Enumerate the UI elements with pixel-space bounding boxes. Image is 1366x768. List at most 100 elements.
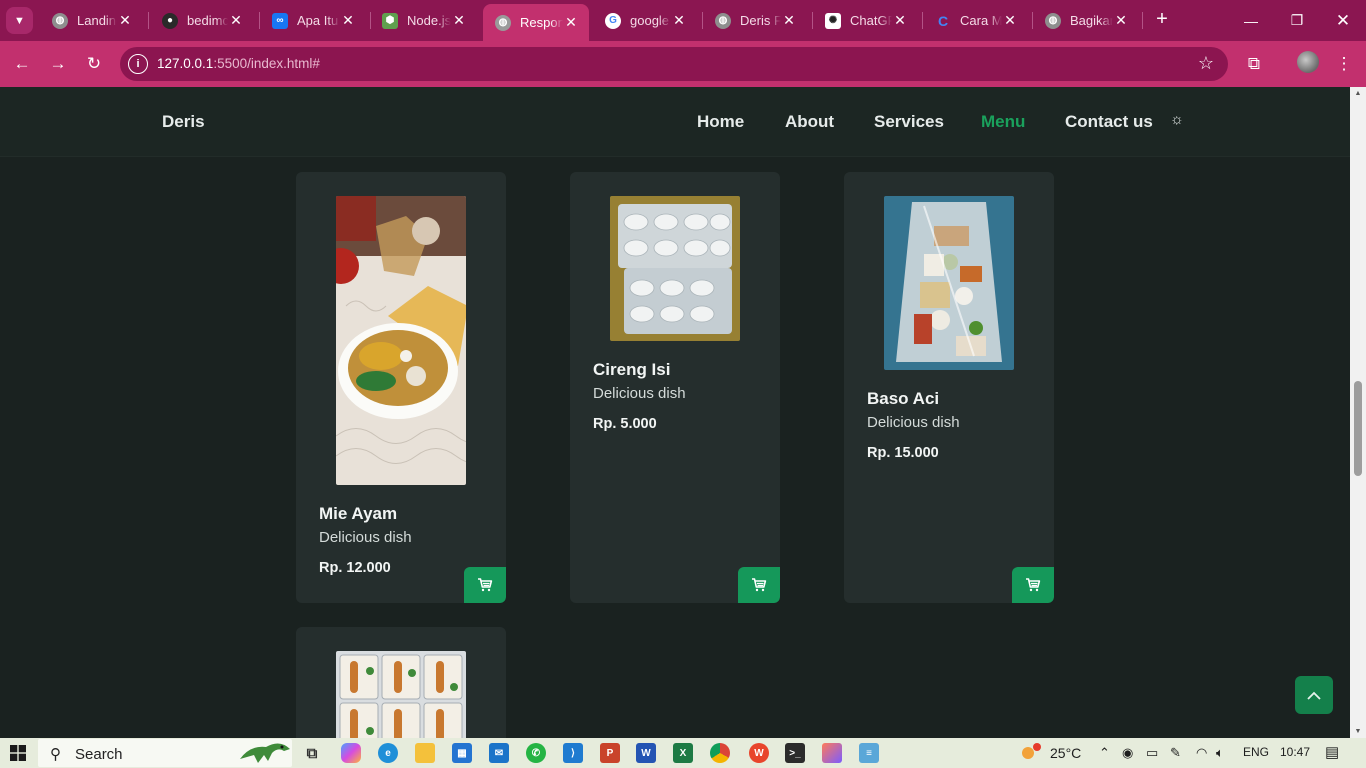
globe-icon: ◍ <box>52 12 68 29</box>
wps-icon[interactable]: W <box>749 743 769 763</box>
profile-avatar[interactable] <box>1297 51 1319 73</box>
close-tab-icon[interactable]: ✕ <box>781 12 797 29</box>
powerpoint-icon[interactable]: P <box>600 743 620 763</box>
minimize-icon[interactable]: — <box>1228 0 1274 41</box>
tab-chatgpt[interactable]: ✺ ChatGP ✕ <box>813 4 918 37</box>
vscode-icon[interactable]: ⟩ <box>563 743 583 763</box>
tab-deris-fo[interactable]: ◍ Deris Fo ✕ <box>703 4 807 37</box>
edge-icon[interactable]: e <box>378 743 398 763</box>
close-window-icon[interactable]: ✕ <box>1320 0 1366 41</box>
add-to-cart-button[interactable] <box>738 567 780 603</box>
globe-icon: ◍ <box>715 12 731 29</box>
nav-about[interactable]: About <box>785 112 834 132</box>
tab-nodejs[interactable]: ⬢ Node.js ✕ <box>370 4 477 37</box>
item-name: Cireng Isi <box>593 360 671 379</box>
tab-search-dropdown-icon[interactable]: ▼ <box>6 7 33 34</box>
windows-start-icon[interactable] <box>10 745 26 766</box>
copilot-icon[interactable] <box>341 743 361 763</box>
tab-cara-m[interactable]: C Cara M ✕ <box>923 4 1028 37</box>
tab-apa-itu[interactable]: ∞ Apa Itu ✕ <box>260 4 366 37</box>
pen-icon[interactable]: ✎ <box>1170 745 1181 761</box>
app-icon[interactable] <box>822 743 842 763</box>
tab-google[interactable]: G google ✕ <box>593 4 697 37</box>
nav-contact[interactable]: Contact us <box>1065 112 1153 132</box>
mie-ayam-photo <box>336 196 466 485</box>
search-engine-icon: C <box>937 12 949 29</box>
cart-icon <box>752 578 767 592</box>
tab-respon[interactable]: ◍ Respon ✕ <box>483 4 589 41</box>
volume-icon[interactable]: 🔈︎ <box>1216 745 1224 761</box>
tab-bedimc[interactable]: ● bedimc ✕ <box>150 4 254 37</box>
chrome-icon[interactable] <box>710 743 730 763</box>
close-tab-icon[interactable]: ✕ <box>563 14 579 31</box>
close-tab-icon[interactable]: ✕ <box>340 12 356 29</box>
reload-icon[interactable]: ↻ <box>80 50 108 78</box>
word-icon[interactable]: W <box>636 743 656 763</box>
browser-toolbar: ← → ↻ i 127.0.0.1:5500/index.html# ☆ ⧉ ⋮ <box>0 41 1366 87</box>
menu-card-baso-aci: Baso Aci Delicious dish Rp. 15.000 <box>844 172 1054 603</box>
menu-card-cireng-isi: Cireng Isi Delicious dish Rp. 5.000 <box>570 172 780 603</box>
nav-menu[interactable]: Menu <box>981 112 1025 132</box>
close-tab-icon[interactable]: ✕ <box>451 12 467 29</box>
menu-card-partial <box>296 627 506 738</box>
scroll-down-arrow-icon[interactable]: ▼ <box>1350 728 1366 735</box>
extensions-icon[interactable]: ⧉ <box>1240 50 1268 78</box>
mail-icon[interactable]: ✉ <box>489 743 509 763</box>
url-text[interactable]: 127.0.0.1:5500/index.html# <box>157 56 320 71</box>
bookmark-star-icon[interactable]: ☆ <box>1198 53 1214 74</box>
close-tab-icon[interactable]: ✕ <box>117 12 133 29</box>
store-icon[interactable]: ▦ <box>452 743 472 763</box>
clock[interactable]: 10:47 <box>1280 745 1310 759</box>
tab-title: Apa Itu <box>297 13 339 28</box>
nav-services[interactable]: Services <box>874 112 944 132</box>
globe-icon: ◍ <box>1045 12 1061 29</box>
new-tab-button[interactable]: + <box>1150 8 1174 32</box>
address-bar[interactable]: i 127.0.0.1:5500/index.html# ☆ <box>120 47 1228 81</box>
item-description: Delicious dish <box>319 529 412 546</box>
add-to-cart-button[interactable] <box>464 567 506 603</box>
item-description: Delicious dish <box>867 414 960 431</box>
back-icon[interactable]: ← <box>8 50 36 78</box>
globe-icon: ◍ <box>495 14 511 31</box>
site-brand[interactable]: Deris <box>162 112 205 132</box>
tray-app-icon[interactable]: ◉ <box>1122 745 1133 761</box>
page-scrollbar[interactable]: ▲ ▼ <box>1350 87 1366 738</box>
tab-title: Respon <box>520 15 563 30</box>
notifications-icon[interactable]: ▤ <box>1325 743 1339 761</box>
weather-icon[interactable] <box>1020 743 1042 764</box>
scroll-up-arrow-icon[interactable]: ▲ <box>1350 90 1366 97</box>
terminal-icon[interactable]: >_ <box>785 743 805 763</box>
language-indicator[interactable]: ENG <box>1243 745 1269 759</box>
tab-landing[interactable]: ◍ Landing ✕ <box>40 4 143 37</box>
taskbar-search-box[interactable]: ⚲ Search <box>38 739 292 767</box>
meta-icon: ∞ <box>272 12 288 29</box>
openai-icon: ✺ <box>825 12 841 29</box>
show-hidden-icons-chevron-icon[interactable]: ⌃ <box>1099 745 1110 761</box>
wifi-icon[interactable]: ◠ <box>1196 745 1207 761</box>
close-tab-icon[interactable]: ✕ <box>671 12 687 29</box>
tab-bagikan[interactable]: ◍ Bagikar ✕ <box>1033 4 1139 37</box>
notepad-icon[interactable]: ≡ <box>859 743 879 763</box>
scrollbar-thumb[interactable] <box>1354 381 1362 476</box>
file-explorer-icon[interactable] <box>415 743 435 763</box>
close-tab-icon[interactable]: ✕ <box>1002 12 1018 29</box>
battery-icon[interactable]: ▭ <box>1146 745 1158 761</box>
add-to-cart-button[interactable] <box>1012 567 1054 603</box>
excel-icon[interactable]: X <box>673 743 693 763</box>
close-tab-icon[interactable]: ✕ <box>1113 12 1129 29</box>
nav-home[interactable]: Home <box>697 112 744 132</box>
close-tab-icon[interactable]: ✕ <box>228 12 244 29</box>
tab-title: Node.js <box>407 13 451 28</box>
task-view-icon[interactable]: ⧉ <box>302 743 322 763</box>
weather-temperature[interactable]: 25°C <box>1050 745 1081 761</box>
theme-toggle-sun-icon[interactable]: ☼ <box>1170 111 1184 128</box>
page-viewport: Deris Home About Services Menu Contact u… <box>0 87 1350 738</box>
forward-icon[interactable]: → <box>44 50 72 78</box>
whatsapp-icon[interactable]: ✆ <box>526 743 546 763</box>
search-icon: ⚲ <box>50 746 61 763</box>
restore-icon[interactable]: ❐ <box>1274 0 1320 41</box>
menu-kebab-icon[interactable]: ⋮ <box>1330 50 1358 78</box>
site-info-icon[interactable]: i <box>128 54 148 74</box>
scroll-to-top-button[interactable] <box>1295 676 1333 714</box>
close-tab-icon[interactable]: ✕ <box>892 12 908 29</box>
